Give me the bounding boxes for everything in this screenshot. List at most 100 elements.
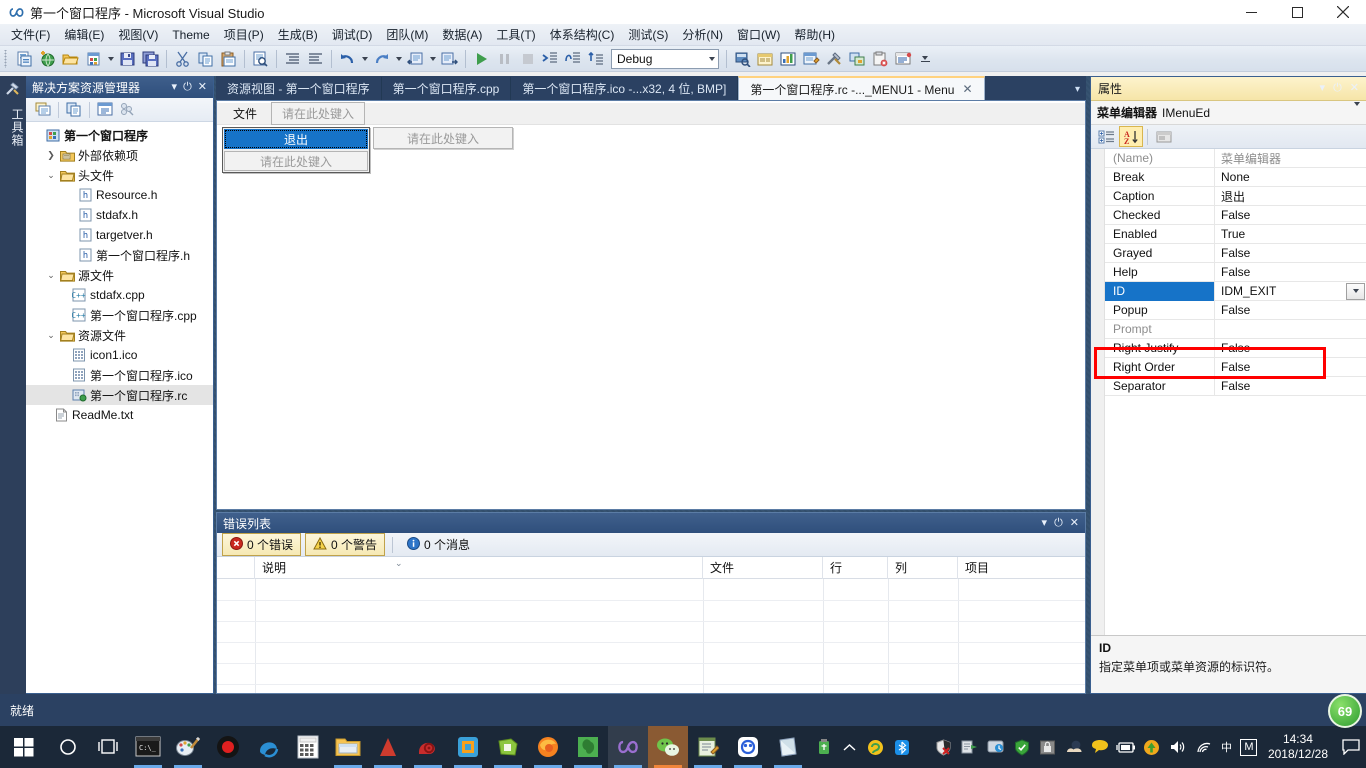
menu-file[interactable]: 文件(F) [4, 25, 57, 45]
close-icon[interactable]: ✕ [962, 82, 972, 96]
property-row-checked[interactable]: Checked False [1091, 205, 1366, 225]
menu-tools[interactable]: 工具(T) [489, 25, 542, 45]
cortana-search-icon[interactable] [48, 726, 88, 768]
menu-project[interactable]: 项目(P) [217, 25, 271, 45]
driver-icon[interactable] [957, 726, 983, 768]
minimize-button[interactable] [1228, 0, 1274, 24]
messenger-icon[interactable] [1087, 726, 1113, 768]
maximize-button[interactable] [1274, 0, 1320, 24]
close-icon[interactable]: ✕ [198, 81, 207, 93]
designer-submenu-placeholder[interactable]: 请在此处键入 [373, 127, 513, 149]
start-debug-icon[interactable] [470, 48, 493, 70]
warnings-filter-button[interactable]: 0 个警告 [305, 533, 386, 556]
menu-analyze[interactable]: 分析(N) [675, 25, 730, 45]
redo-icon[interactable] [370, 48, 393, 70]
paste-icon[interactable] [217, 48, 240, 70]
column-line[interactable]: 行 [823, 556, 888, 579]
menu-build[interactable]: 生成(B) [271, 25, 325, 45]
property-row-name[interactable]: (Name) 菜单编辑器 [1091, 149, 1366, 168]
save-all-icon[interactable] [139, 48, 162, 70]
indent-icon[interactable] [281, 48, 304, 70]
properties-icon[interactable] [32, 100, 54, 120]
tree-item-stdafx-h[interactable]: h stdafx.h [26, 205, 213, 225]
property-row-popup[interactable]: Popup False [1091, 300, 1366, 320]
messages-filter-button[interactable]: 0 个消息 [400, 534, 477, 555]
property-row-prompt[interactable]: Prompt [1091, 319, 1366, 339]
output-window-icon[interactable] [892, 48, 915, 70]
windows-start-icon[interactable] [0, 726, 48, 768]
view-code-icon[interactable] [94, 100, 116, 120]
menu-debug[interactable]: 调试(D) [325, 25, 380, 45]
step-out-icon[interactable] [585, 48, 608, 70]
property-row-grayed[interactable]: Grayed False [1091, 243, 1366, 263]
property-row-help[interactable]: Help False [1091, 262, 1366, 282]
outdent-icon[interactable] [304, 48, 327, 70]
menu-data[interactable]: 数据(A) [435, 25, 489, 45]
wechat-icon[interactable] [648, 726, 688, 768]
calculator-icon[interactable] [288, 726, 328, 768]
tree-item-readme-txt[interactable]: ReadMe.txt [26, 405, 213, 425]
properties-grid[interactable]: (Name) 菜单编辑器 Break None Caption 退出 Check… [1091, 149, 1366, 635]
stop-icon[interactable] [516, 48, 539, 70]
chevron-down-icon[interactable]: ⌄ [44, 270, 58, 281]
tab-menu-editor[interactable]: 第一个窗口程序.rc -..._MENU1 - Menu ✕ [738, 76, 985, 100]
column-col[interactable]: 列 [888, 556, 958, 579]
close-icon[interactable]: ✕ [1350, 83, 1359, 94]
edge-browser-icon[interactable] [248, 726, 288, 768]
tools-icon[interactable] [823, 48, 846, 70]
chevron-down-icon[interactable] [1354, 101, 1360, 120]
snail-icon[interactable] [408, 726, 448, 768]
network-update-icon[interactable] [983, 726, 1009, 768]
tree-item-project-ico[interactable]: 第一个窗口程序.ico [26, 365, 213, 385]
categorized-icon[interactable] [1095, 126, 1119, 147]
toolbar-grip[interactable] [3, 49, 11, 68]
designer-dropdown-placeholder[interactable]: 请在此处键入 [224, 151, 368, 171]
menu-window[interactable]: 窗口(W) [730, 25, 787, 45]
tree-item-stdafx-cpp[interactable]: C++ stdafx.cpp [26, 285, 213, 305]
menu-edit[interactable]: 编辑(E) [57, 25, 111, 45]
undo-chevron-down-icon[interactable] [359, 48, 370, 70]
tab-overflow-button[interactable]: ▾ [1069, 78, 1086, 100]
green-shield-icon[interactable] [1009, 726, 1035, 768]
tree-item-project-cpp[interactable]: C++ 第一个窗口程序.cpp [26, 305, 213, 325]
copy-icon[interactable] [194, 48, 217, 70]
menu-help[interactable]: 帮助(H) [787, 25, 842, 45]
chevron-down-icon[interactable]: ▾ [172, 81, 178, 93]
object-browser-icon[interactable] [800, 48, 823, 70]
column-description[interactable]: 说明 ⌄ [255, 556, 703, 579]
alphabetical-icon[interactable]: AZ [1119, 126, 1143, 147]
class-view-icon[interactable] [846, 48, 869, 70]
lock-icon[interactable] [1035, 726, 1061, 768]
tree-item-resource-h[interactable]: h Resource.h [26, 185, 213, 205]
property-row-enabled[interactable]: Enabled True [1091, 224, 1366, 244]
chevron-down-icon[interactable]: ⌄ [44, 330, 58, 341]
step-into-icon[interactable] [539, 48, 562, 70]
tab-resource-view[interactable]: 资源视图 - 第一个窗口程序 [216, 77, 382, 100]
notes-icon[interactable] [488, 726, 528, 768]
show-all-files-icon[interactable] [63, 100, 85, 120]
ime-language-label[interactable]: 中 [1217, 739, 1236, 755]
security-shield-red-icon[interactable] [931, 726, 957, 768]
class-view-icon[interactable] [116, 100, 138, 120]
show-hidden-icons-chevron-icon[interactable] [837, 726, 863, 768]
onenote-icon[interactable] [768, 726, 808, 768]
menu-test[interactable]: 测试(S) [621, 25, 675, 45]
tree-item-targetver-h[interactable]: h targetver.h [26, 225, 213, 245]
menu-team[interactable]: 团队(M) [379, 25, 435, 45]
chevron-down-icon[interactable]: ▾ [1042, 517, 1048, 529]
tree-item-project[interactable]: 第一个窗口程序 [26, 125, 213, 145]
tree-item-project-rc[interactable]: 第一个窗口程序.rc [26, 385, 213, 405]
pin-icon[interactable]: ⏻ [1054, 517, 1063, 529]
properties-object-combo[interactable]: 菜单编辑器 IMenuEd [1091, 101, 1366, 125]
property-value-chevron-down-icon[interactable] [1346, 282, 1365, 300]
usb-device-icon[interactable] [811, 726, 837, 768]
toolbox-icon[interactable] [777, 48, 800, 70]
column-project[interactable]: 项目 [958, 557, 1085, 579]
designer-dropdown-panel[interactable]: 退出 请在此处键入 [222, 127, 370, 173]
file-explorer-icon[interactable] [328, 726, 368, 768]
redo-chevron-down-icon[interactable] [393, 48, 404, 70]
ime-mode-icon[interactable]: M [1236, 726, 1262, 768]
tree-item-icon1-ico[interactable]: icon1.ico [26, 345, 213, 365]
solution-explorer-icon[interactable] [731, 48, 754, 70]
pin-icon[interactable]: ⏻ [1333, 83, 1342, 94]
